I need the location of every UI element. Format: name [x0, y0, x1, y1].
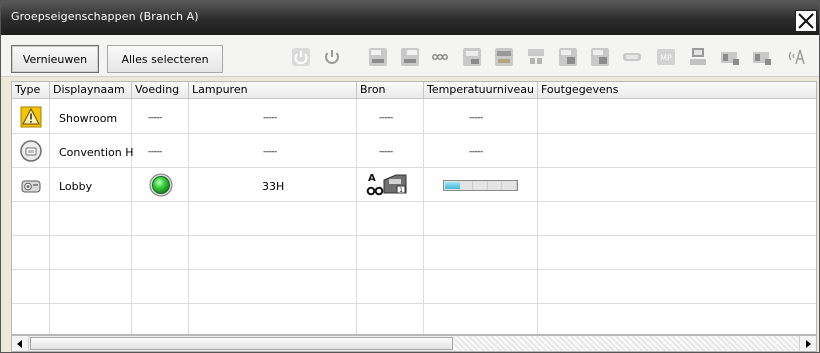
column-header-error-info[interactable]: Foutgegevens	[538, 82, 816, 99]
scrollbar-track[interactable]	[454, 336, 798, 351]
display-name: Convention H	[59, 146, 134, 159]
table-row[interactable]	[12, 168, 816, 201]
power-status-green-icon	[149, 173, 173, 197]
input-video-icon[interactable]	[429, 46, 451, 68]
toolbar: Vernieuwen Alles selecteren MP	[1, 35, 819, 77]
scroll-right-button[interactable]	[799, 336, 816, 351]
input-component-icon[interactable]	[493, 46, 515, 68]
warning-projector-icon	[20, 106, 42, 128]
display-name: Lobby	[59, 180, 93, 193]
column-header-temperature[interactable]: Temperatuurniveau	[424, 82, 538, 99]
column-header-power[interactable]: Voeding	[132, 82, 189, 99]
temperature-level-fill	[445, 182, 460, 189]
lamp-hours: -----	[263, 113, 277, 123]
column-header-source[interactable]: Bron	[357, 82, 424, 99]
refresh-button[interactable]: Vernieuwen	[11, 45, 99, 73]
power-status: -----	[148, 113, 162, 123]
lamp-hours: 33H	[262, 180, 285, 193]
input-computer1-icon[interactable]	[367, 46, 389, 68]
source-letter: A	[368, 173, 376, 184]
close-icon	[798, 13, 814, 29]
input-usb-display-icon[interactable]	[687, 46, 709, 68]
temperature: -----	[469, 147, 483, 157]
temperature: -----	[469, 113, 483, 123]
input-hdmi-icon[interactable]	[525, 46, 547, 68]
scrollbar-thumb[interactable]	[30, 337, 453, 350]
title-bar[interactable]: Groepseigenschappen (Branch A)	[1, 1, 819, 35]
horizontal-scrollbar[interactable]	[11, 335, 817, 352]
close-button[interactable]	[795, 10, 817, 32]
input-computer2-icon[interactable]	[399, 46, 421, 68]
source: -----	[379, 113, 393, 123]
select-all-button[interactable]: Alles selecteren	[107, 45, 223, 73]
group-properties-window: Groepseigenschappen (Branch A) Vernieuwe…	[0, 0, 820, 353]
scroll-left-button[interactable]	[12, 336, 29, 351]
source-computer1-icon: A 1	[366, 171, 410, 199]
input-displayport-icon[interactable]	[621, 46, 643, 68]
row-divider	[12, 269, 816, 270]
arrow-right-icon	[806, 339, 811, 348]
input-lan1-icon[interactable]	[751, 46, 773, 68]
arrow-left-icon	[17, 339, 22, 348]
lamp-hours: -----	[263, 147, 277, 157]
power-on-icon[interactable]	[290, 46, 312, 68]
window-title: Groepseigenschappen (Branch A)	[11, 10, 199, 23]
projector-icon	[20, 175, 42, 197]
source: -----	[379, 147, 393, 157]
input-network-icon[interactable]	[719, 46, 741, 68]
input-svideo-icon[interactable]	[461, 46, 483, 68]
column-header-type[interactable]: Type	[12, 82, 50, 99]
disconnected-projector-icon	[20, 140, 42, 162]
source-number: 1	[399, 187, 403, 194]
row-divider	[12, 235, 816, 236]
temperature-level-bar	[443, 180, 518, 191]
power-off-icon[interactable]	[321, 46, 343, 68]
table-header: Type Displaynaam Voeding Lampuren Bron T…	[12, 82, 816, 99]
input-dvi2-icon[interactable]	[589, 46, 611, 68]
display-name: Showroom	[59, 112, 118, 125]
input-wireless-icon[interactable]	[787, 46, 809, 68]
table-row[interactable]	[12, 100, 816, 133]
projector-table: Type Displaynaam Voeding Lampuren Bron T…	[11, 81, 817, 335]
row-divider	[12, 303, 816, 304]
column-header-lamp-hours[interactable]: Lampuren	[189, 82, 357, 99]
input-mp-icon[interactable]: MP	[655, 46, 677, 68]
row-divider	[12, 201, 816, 202]
column-header-display-name[interactable]: Displaynaam	[50, 82, 132, 99]
input-dvi1-icon[interactable]	[557, 46, 579, 68]
power-status: -----	[148, 147, 162, 157]
mp-label: MP	[660, 54, 672, 63]
